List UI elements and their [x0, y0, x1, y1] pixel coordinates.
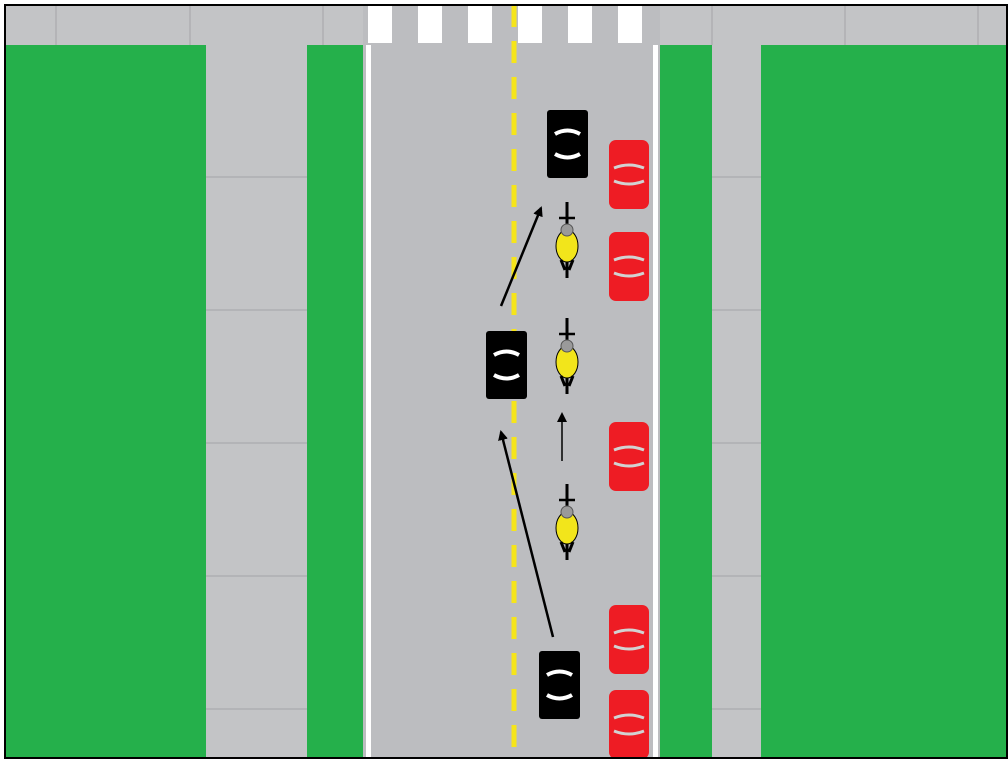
moving-car-icon: [547, 110, 588, 178]
edge-line-left: [366, 45, 371, 759]
road-diagram: [4, 4, 1008, 759]
parked-car-icon: [609, 232, 649, 301]
parked-car-icon: [609, 690, 649, 759]
parked-car-icon: [609, 140, 649, 209]
left-sidewalk: [206, 45, 307, 759]
parked-car-icon: [609, 422, 649, 491]
moving-car-icon: [539, 651, 580, 719]
parked-car-icon: [609, 605, 649, 674]
moving-car-icon: [486, 331, 527, 399]
edge-line-right: [653, 45, 658, 759]
grass-left: [5, 45, 363, 759]
right-sidewalk: [712, 45, 761, 759]
